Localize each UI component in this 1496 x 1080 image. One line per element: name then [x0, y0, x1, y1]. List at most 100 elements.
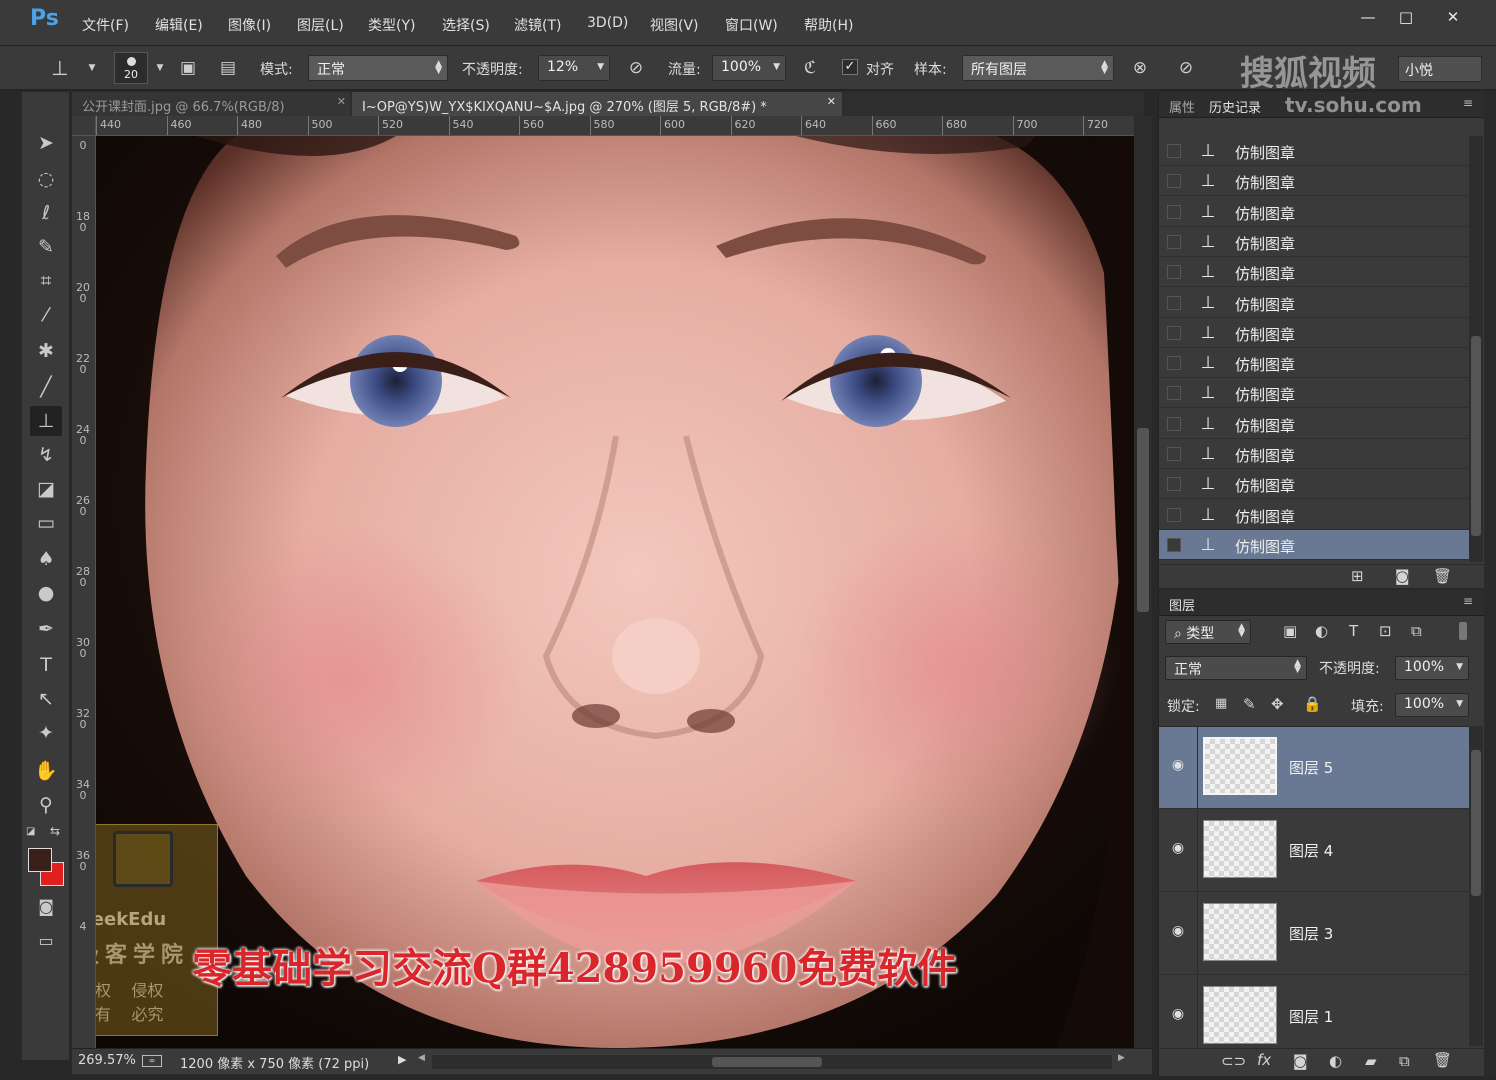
- menu-image[interactable]: 图像(I): [228, 15, 271, 35]
- healing-brush-tool-icon[interactable]: ✱: [30, 336, 62, 366]
- layer-name[interactable]: 图层 5: [1289, 757, 1333, 778]
- workspace-switcher[interactable]: 小悦: [1398, 56, 1482, 82]
- menu-help[interactable]: 帮助(H): [804, 15, 853, 35]
- clone-stamp-preset-icon[interactable]: ⊥: [48, 57, 72, 79]
- history-state-row[interactable]: ⊥ 仿制图章: [1159, 529, 1469, 560]
- new-document-from-state-icon[interactable]: ⊞: [1351, 567, 1364, 585]
- history-scrollbar[interactable]: [1469, 136, 1483, 562]
- eraser-tool-icon[interactable]: ◪: [30, 474, 62, 504]
- type-tool-icon[interactable]: T: [30, 650, 62, 680]
- menu-window[interactable]: 窗口(W): [725, 15, 778, 35]
- tab-history[interactable]: 历史记录: [1209, 97, 1261, 116]
- pressure-opacity-icon[interactable]: ⊘: [624, 57, 648, 79]
- history-brush-source-checkbox[interactable]: [1167, 295, 1181, 310]
- history-state-row[interactable]: ⊥ 仿制图章: [1159, 166, 1469, 197]
- history-brush-source-checkbox[interactable]: [1167, 447, 1181, 461]
- brush-size-picker[interactable]: 20: [114, 52, 148, 84]
- history-state-row[interactable]: ⊥ 仿制图章: [1159, 318, 1469, 348]
- clone-source-panel-icon[interactable]: ▤: [216, 57, 240, 79]
- sample-select[interactable]: 所有图层 ▲ ▼: [962, 55, 1114, 81]
- lasso-tool-icon[interactable]: ℓ: [30, 198, 62, 228]
- layer-thumbnail[interactable]: [1203, 903, 1277, 961]
- close-button[interactable]: ✕: [1430, 6, 1476, 28]
- blend-mode-select[interactable]: 正常 ▲ ▼: [1165, 656, 1307, 680]
- scrollbar-thumb[interactable]: [1471, 750, 1481, 896]
- delete-state-icon[interactable]: 🗑: [1433, 567, 1452, 585]
- history-brush-source-checkbox[interactable]: [1167, 537, 1181, 552]
- screen-mode-icon[interactable]: ▭: [30, 926, 62, 956]
- opacity-input[interactable]: 12% ▼: [538, 55, 610, 81]
- swap-colors-icon[interactable]: ⇆: [50, 824, 60, 838]
- history-brush-source-checkbox[interactable]: [1167, 204, 1181, 219]
- brush-tool-icon[interactable]: ╱: [30, 372, 62, 402]
- tab-close-icon[interactable]: ✕: [827, 95, 836, 108]
- history-state-row[interactable]: ⊥ 仿制图章: [1159, 439, 1469, 469]
- panel-menu-icon[interactable]: ≡: [1463, 594, 1473, 608]
- scrollbar-thumb[interactable]: [1471, 336, 1481, 536]
- layer-thumbnail[interactable]: [1203, 986, 1277, 1044]
- quick-mask-icon[interactable]: ◙: [30, 892, 62, 922]
- layer-row[interactable]: ◉ 图层 3: [1159, 893, 1469, 975]
- layer-name[interactable]: 图层 4: [1289, 840, 1333, 861]
- menu-type[interactable]: 类型(Y): [368, 15, 415, 35]
- filter-toggle[interactable]: [1459, 622, 1467, 640]
- menu-view[interactable]: 视图(V): [650, 15, 699, 35]
- aligned-checkbox[interactable]: ✓: [842, 59, 858, 75]
- zoom-level[interactable]: 269.57%: [78, 1053, 136, 1068]
- history-state-row[interactable]: ⊥ 仿制图章: [1159, 227, 1469, 257]
- preset-dropdown-arrow-icon[interactable]: ▼: [80, 57, 104, 79]
- layer-row[interactable]: ◉ 图层 1: [1159, 976, 1469, 1054]
- history-brush-source-checkbox[interactable]: [1167, 144, 1181, 158]
- history-brush-source-checkbox[interactable]: [1167, 386, 1181, 401]
- menu-filter[interactable]: 滤镜(T): [514, 15, 561, 35]
- tab-cover-doc[interactable]: 公开课封面.jpg @ 66.7%(RGB/8) ✕: [72, 92, 350, 116]
- panel-menu-icon[interactable]: ≡: [1463, 96, 1473, 110]
- restore-button[interactable]: □: [1386, 6, 1426, 28]
- layer-name[interactable]: 图层 3: [1289, 923, 1333, 944]
- ruler-horizontal[interactable]: 440 460 480 500 520 540 560 580 600 620 640 660 680 7…: [96, 116, 1136, 136]
- delete-layer-icon[interactable]: 🗑: [1433, 1051, 1452, 1069]
- tab-close-icon[interactable]: ✕: [337, 95, 346, 108]
- history-state-row[interactable]: ⊥ 仿制图章: [1159, 197, 1469, 227]
- new-snapshot-icon[interactable]: ◙: [1395, 567, 1410, 585]
- marquee-tool-icon[interactable]: ◌: [30, 164, 62, 194]
- history-brush-source-checkbox[interactable]: [1167, 174, 1181, 189]
- zoom-tool-icon[interactable]: ⚲: [30, 790, 62, 820]
- history-brush-source-checkbox[interactable]: [1167, 416, 1181, 431]
- filter-pixel-icon[interactable]: ▣: [1283, 622, 1297, 640]
- history-state-row[interactable]: ⊥ 仿制图章: [1159, 348, 1469, 379]
- new-group-icon[interactable]: ▰: [1365, 1052, 1377, 1070]
- history-state-row[interactable]: ⊥ 仿制图章: [1159, 288, 1469, 318]
- gradient-tool-icon[interactable]: ▭: [30, 508, 62, 538]
- layers-scrollbar[interactable]: [1469, 726, 1483, 1046]
- scroll-left-arrow-icon[interactable]: ◀: [418, 1053, 425, 1063]
- layer-row[interactable]: ◉ 图层 4: [1159, 810, 1469, 892]
- layer-opacity-input[interactable]: 100% ▼: [1395, 656, 1469, 680]
- layer-style-icon[interactable]: fx: [1257, 1051, 1271, 1069]
- filter-smart-object-icon[interactable]: ⧉: [1411, 622, 1422, 640]
- hand-tool-icon[interactable]: ✋: [30, 756, 62, 786]
- history-state-row[interactable]: ⊥ 仿制图章: [1159, 409, 1469, 439]
- document-canvas[interactable]: GeekEdu 极客学院 版权 侵权 所有 必究 零基础学习交流Q群428959…: [96, 136, 1136, 1048]
- layer-thumbnail[interactable]: [1203, 737, 1277, 795]
- eyedropper-tool-icon[interactable]: ⁄: [30, 300, 62, 330]
- lock-image-icon[interactable]: ✎: [1243, 695, 1256, 713]
- airbrush-icon[interactable]: ℭ: [798, 57, 822, 79]
- menu-edit[interactable]: 编辑(E): [155, 15, 203, 35]
- history-state-row[interactable]: ⊥ 仿制图章: [1159, 469, 1469, 500]
- visibility-eye-icon[interactable]: ◉: [1167, 840, 1189, 860]
- layer-name[interactable]: 图层 1: [1289, 1006, 1333, 1027]
- ignore-adjustment-icon[interactable]: ⊗: [1128, 57, 1152, 79]
- scroll-right-arrow-icon[interactable]: ▶: [1118, 1053, 1125, 1063]
- minimize-button[interactable]: —: [1348, 6, 1388, 28]
- filter-adjustment-icon[interactable]: ◐: [1315, 622, 1328, 640]
- history-brush-source-checkbox[interactable]: [1167, 265, 1181, 280]
- mode-select[interactable]: 正常 ▲ ▼: [308, 55, 448, 81]
- menu-file[interactable]: 文件(F): [82, 15, 129, 35]
- history-brush-source-checkbox[interactable]: [1167, 234, 1181, 249]
- history-state-row[interactable]: ⊥ 仿制图章: [1159, 378, 1469, 409]
- quick-select-tool-icon[interactable]: ✎: [30, 232, 62, 262]
- visibility-eye-icon[interactable]: ◉: [1167, 923, 1189, 943]
- history-state-row[interactable]: ⊥ 仿制图章: [1159, 257, 1469, 288]
- blur-tool-icon[interactable]: ♠: [30, 544, 62, 574]
